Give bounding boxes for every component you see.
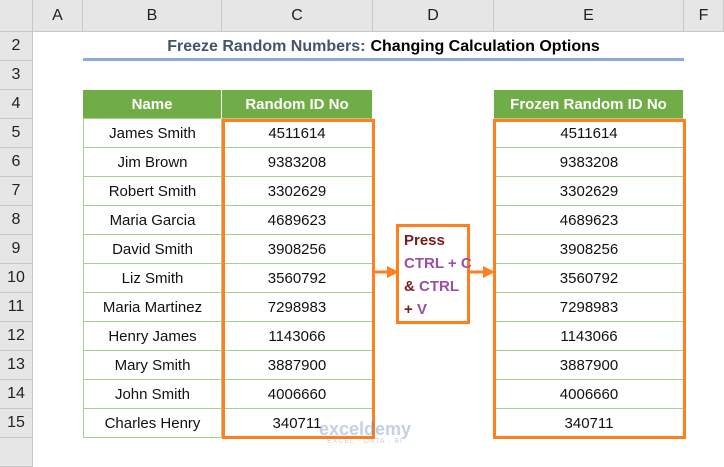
watermark-logo: exceldemy EXCEL · DATA · BI (318, 419, 412, 445)
row-header-2[interactable]: 2 (0, 32, 33, 61)
name-cell[interactable]: John Smith (83, 380, 222, 409)
name-cell[interactable]: David Smith (83, 235, 222, 264)
random-id-highlight (222, 119, 375, 439)
name-cell[interactable]: Robert Smith (83, 177, 222, 206)
row-header-10[interactable]: 10 (0, 264, 33, 293)
name-cell[interactable]: Henry James (83, 322, 222, 351)
instruction-note: Press CTRL + C & CTRL + V (396, 224, 472, 324)
note-v: V (416, 301, 427, 318)
title-part2: Changing Calculation Options (370, 37, 600, 55)
title-part1: Freeze Random Numbers: (167, 37, 366, 55)
row-header-8[interactable]: 8 (0, 206, 33, 235)
column-header-F[interactable]: F (684, 0, 724, 32)
sheet-title: Freeze Random Numbers: Changing Calculati… (83, 32, 684, 61)
row-header-11[interactable]: 11 (0, 293, 33, 322)
note-line2: CTRL + C (404, 255, 472, 272)
column-header-C[interactable]: C (222, 0, 373, 32)
column-header-A[interactable]: A (33, 0, 83, 32)
name-cell[interactable]: Mary Smith (83, 351, 222, 380)
name-cell[interactable]: Liz Smith (83, 264, 222, 293)
note-ctrl: CTRL (419, 278, 459, 295)
name-cell[interactable]: Jim Brown (83, 148, 222, 177)
header-frozen-id: Frozen Random ID No (494, 90, 684, 119)
row-header-5[interactable]: 5 (0, 119, 33, 148)
arrow-right-icon (373, 265, 399, 278)
row-header-6[interactable]: 6 (0, 148, 33, 177)
row-header-12[interactable]: 12 (0, 322, 33, 351)
note-line1: Press (404, 232, 445, 249)
note-plus: + (404, 301, 417, 318)
note-amp: & (404, 278, 419, 295)
header-name: Name (83, 90, 222, 119)
row-header-14[interactable]: 14 (0, 380, 33, 409)
name-cell[interactable]: Charles Henry (83, 409, 222, 438)
name-cell[interactable]: Maria Martinez (83, 293, 222, 322)
row-header-16[interactable] (0, 438, 33, 467)
frozen-id-highlight (493, 119, 686, 439)
column-header-D[interactable]: D (373, 0, 494, 32)
row-header-3[interactable]: 3 (0, 61, 33, 90)
column-header-B[interactable]: B (83, 0, 222, 32)
header-random-id: Random ID No (222, 90, 373, 119)
select-all-corner[interactable] (0, 0, 33, 32)
row-header-13[interactable]: 13 (0, 351, 33, 380)
row-header-7[interactable]: 7 (0, 177, 33, 206)
name-cell[interactable]: James Smith (83, 119, 222, 148)
column-header-E[interactable]: E (494, 0, 684, 32)
row-header-4[interactable]: 4 (0, 90, 33, 119)
name-cell[interactable]: Maria Garcia (83, 206, 222, 235)
arrow-right-icon (469, 265, 495, 278)
title-underline (83, 58, 684, 61)
row-header-9[interactable]: 9 (0, 235, 33, 264)
row-header-15[interactable]: 15 (0, 409, 33, 438)
